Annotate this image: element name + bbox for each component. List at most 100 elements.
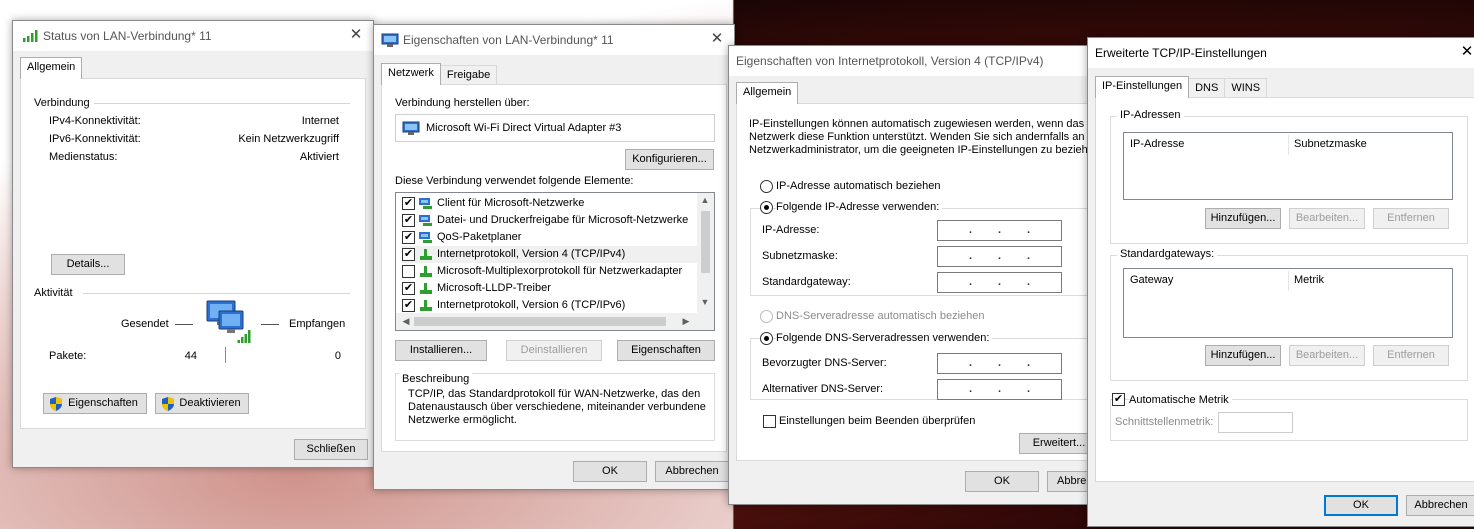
auto-dns-label[interactable]: DNS-Serveradresse automatisch beziehen [776,310,985,322]
tab-netzwerk[interactable]: Netzwerk [381,63,441,85]
details-button[interactable]: Details... [51,254,125,275]
qos-icon [419,232,432,243]
close-button[interactable]: Schließen [294,439,368,460]
subnet-input[interactable]: ... [937,246,1062,267]
item-properties-button[interactable]: Eigenschaften [617,340,715,361]
protocol-icon [420,249,432,260]
properties-button[interactable]: Eigenschaften [43,393,147,414]
chevron-right-icon[interactable]: ▶ [678,316,694,327]
manual-ip-label[interactable]: Folgende IP-Adresse verwenden: [776,201,943,213]
auto-ip-radio[interactable] [760,180,773,193]
column-gateway[interactable]: Gateway [1130,274,1173,286]
vertical-scrollbar[interactable]: ▲ ▼ [697,193,714,313]
ok-button[interactable]: OK [573,461,647,482]
validate-checkbox[interactable] [763,415,776,428]
uninstall-button[interactable]: Deinstallieren [506,340,602,361]
auto-ip-label[interactable]: IP-Adresse automatisch beziehen [776,180,940,192]
status-window-title: Status von LAN-Verbindung* 11 [43,29,212,43]
packets-sent: 44 [184,350,197,362]
interface-metric-input[interactable] [1218,412,1293,433]
install-button[interactable]: Installieren... [395,340,487,361]
validate-label[interactable]: Einstellungen beim Beenden überprüfen [779,415,975,427]
preferred-dns-input[interactable]: ... [937,353,1062,374]
item-checkbox[interactable]: ✔ [402,282,415,295]
advanced-titlebar[interactable]: Erweiterte TCP/IP-Einstellungen ✕ [1088,38,1474,68]
disable-button[interactable]: Deaktivieren [155,393,249,414]
manual-ip-radio[interactable] [760,201,773,214]
ipv4-titlebar[interactable]: Eigenschaften von Internetprotokoll, Ver… [729,46,1107,76]
edit-ip-button[interactable]: Bearbeiten... [1289,208,1365,229]
shield-icon [50,397,62,411]
remove-ip-button[interactable]: Entfernen [1373,208,1449,229]
column-ip-address[interactable]: IP-Adresse [1130,138,1184,150]
item-checkbox[interactable]: ✔ [402,197,415,210]
auto-metric-checkbox[interactable]: ✔ [1112,393,1125,406]
auto-metric-label[interactable]: Automatische Metrik [1129,394,1232,406]
edit-gateway-button[interactable]: Bearbeiten... [1289,345,1365,366]
close-icon[interactable]: ✕ [706,29,728,49]
ok-button[interactable]: OK [965,471,1039,492]
list-item[interactable]: ✔ Internetprotokoll, Version 4 (TCP/IPv4… [402,246,698,263]
list-item[interactable]: ✔ Client für Microsoft-Netzwerke [402,195,698,212]
cancel-button[interactable]: Abbrechen [655,461,729,482]
cancel-button[interactable]: Abbrechen [1406,495,1474,516]
ipv4-window: Eigenschaften von Internetprotokoll, Ver… [728,45,1110,505]
configure-button[interactable]: Konfigurieren... [625,149,714,170]
tab-freigabe[interactable]: Freigabe [439,65,498,85]
advanced-window: Erweiterte TCP/IP-Einstellungen ✕ IP-Ein… [1087,37,1474,527]
list-item[interactable]: Microsoft-Multiplexorprotokoll für Netzw… [402,263,698,280]
elements-label: Diese Verbindung verwendet folgende Elem… [395,175,634,187]
alternate-dns-input[interactable]: ... [937,379,1062,400]
ip-address-label: IP-Adresse: [762,224,820,236]
alternate-dns-label: Alternativer DNS-Server: [762,383,884,395]
manual-dns-label[interactable]: Folgende DNS-Serveradressen verwenden: [776,332,993,344]
intro-line3: Netzwerkadministrator, um die geeigneten… [749,144,1094,156]
ok-button[interactable]: OK [1324,495,1398,516]
close-icon[interactable]: ✕ [345,25,367,45]
auto-dns-radio[interactable] [760,310,773,323]
tab-wins[interactable]: WINS [1224,78,1268,98]
ipv6-label: IPv6-Konnektivität: [49,133,141,145]
list-item[interactable]: ✔ QoS-Paketplaner [402,229,698,246]
manual-dns-radio[interactable] [760,332,773,345]
item-checkbox[interactable]: ✔ [402,299,415,312]
elements-list[interactable]: ✔ Client für Microsoft-Netzwerke ✔ Datei… [395,192,715,331]
scrollbar-thumb[interactable] [414,317,666,326]
tab-allgemein[interactable]: Allgemein [736,82,799,104]
tab-ip-settings[interactable]: IP-Einstellungen [1095,76,1190,98]
gateway-input[interactable]: ... [937,272,1062,293]
list-item[interactable]: ✔ Datei- und Druckerfreigabe für Microso… [402,212,698,229]
column-subnet[interactable]: Subnetzmaske [1294,138,1367,150]
chevron-left-icon[interactable]: ◀ [398,316,414,327]
ip-address-input[interactable]: ... [937,220,1062,241]
horizontal-scrollbar[interactable]: ◀ ▶ [396,313,714,330]
remove-gateway-button[interactable]: Entfernen [1373,345,1449,366]
status-titlebar[interactable]: Status von LAN-Verbindung* 11 ✕ [13,21,373,51]
item-checkbox[interactable]: ✔ [402,231,415,244]
chevron-up-icon[interactable]: ▲ [697,195,713,205]
intro-line1: IP-Einstellungen können automatisch zuge… [749,118,1085,130]
connection-header: Verbindung [34,97,90,109]
item-label: Datei- und Druckerfreigabe für Microsoft… [437,214,689,226]
add-gateway-button[interactable]: Hinzufügen... [1205,345,1281,366]
properties-titlebar[interactable]: Eigenschaften von LAN-Verbindung* 11 ✕ [374,25,734,55]
gateways-list[interactable]: Gateway Metrik [1123,268,1453,338]
tab-dns[interactable]: DNS [1188,78,1226,98]
chevron-down-icon[interactable]: ▼ [697,297,713,307]
properties-window-title: Eigenschaften von LAN-Verbindung* 11 [403,33,614,47]
scrollbar-thumb[interactable] [701,211,710,273]
list-item[interactable]: ✔ Internetprotokoll, Version 6 (TCP/IPv6… [402,297,698,314]
ip-addresses-list[interactable]: IP-Adresse Subnetzmaske [1123,132,1453,200]
list-item[interactable]: ✔ Microsoft-LLDP-Treiber [402,280,698,297]
item-checkbox[interactable]: ✔ [402,214,415,227]
item-checkbox[interactable] [402,265,415,278]
ipv4-panel: IP-Einstellungen können automatisch zuge… [736,103,1110,461]
tab-allgemein[interactable]: Allgemein [20,57,83,79]
add-ip-button[interactable]: Hinzufügen... [1205,208,1281,229]
gateways-header: Standardgateways: [1117,248,1218,260]
packets-received: 0 [334,350,341,362]
item-checkbox[interactable]: ✔ [402,248,415,261]
item-label: Microsoft-LLDP-Treiber [437,282,551,294]
close-icon[interactable]: ✕ [1456,42,1474,62]
column-metric[interactable]: Metrik [1294,274,1324,286]
